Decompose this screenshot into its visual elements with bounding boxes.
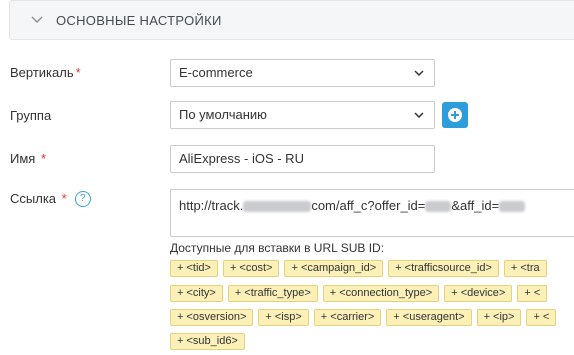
vertical-select-value: E-commerce <box>179 65 253 80</box>
help-icon[interactable]: ? <box>74 190 91 207</box>
link-textarea[interactable]: http://track. com/aff_c?offer_id= &aff_id= <box>170 189 574 237</box>
group-select-value: По умолчанию <box>179 107 267 122</box>
group-label: Группа <box>10 108 52 123</box>
macro-row: + <city> + <traffic_type> + <connection_ty… <box>170 283 552 302</box>
macro-tag[interactable]: + <useragent> <box>386 309 472 326</box>
url-part: com/aff_c?offer_id= <box>311 198 426 213</box>
redacted-text <box>425 201 452 213</box>
required-mark: * <box>40 151 47 166</box>
vertical-label: Вертикаль * <box>10 65 81 80</box>
macro-tag[interactable]: + <cost> <box>222 260 280 277</box>
plus-circle-icon <box>448 108 462 122</box>
macro-tag[interactable]: + <osversion> <box>170 309 254 326</box>
group-select[interactable]: По умолчанию <box>170 101 435 129</box>
section-title: ОСНОВНЫЕ НАСТРОЙКИ <box>56 13 222 28</box>
macro-tag[interactable]: + <carrier> <box>313 309 382 326</box>
section-header[interactable]: ОСНОВНЫЕ НАСТРОЙКИ <box>9 0 574 40</box>
chevron-down-icon <box>414 112 424 119</box>
macro-tag[interactable]: + <connection_type> <box>322 285 440 302</box>
macro-tag[interactable]: + <traffic_type> <box>227 285 318 302</box>
name-input-value: AliExpress - iOS - RU <box>179 151 304 166</box>
macro-row: + <sub_id6> <box>170 331 250 350</box>
redacted-text <box>243 201 312 213</box>
vertical-select[interactable]: E-commerce <box>170 59 435 87</box>
macro-tag[interactable]: + < <box>526 309 557 326</box>
name-input[interactable]: AliExpress - iOS - RU <box>170 145 435 173</box>
macro-tag[interactable]: + <ip> <box>476 309 522 326</box>
link-label: Ссылка *? <box>10 190 91 208</box>
macro-tag[interactable]: + <device> <box>444 285 513 302</box>
macro-tag[interactable]: + < <box>517 285 548 302</box>
macro-row: + <osversion> + <isp> + <carrier> + <userag… <box>170 307 561 326</box>
add-group-button[interactable] <box>442 102 468 128</box>
macros-title: Доступные для вставки в URL SUB ID: <box>170 241 385 255</box>
macro-tag[interactable]: + <sub_id6> <box>170 333 245 350</box>
macro-row: + <tid> + <cost> + <campaign_id> + <traffic… <box>170 258 552 277</box>
macro-tag[interactable]: + <isp> <box>258 309 309 326</box>
macro-tag[interactable]: + <campaign_id> <box>284 260 384 277</box>
name-label: Имя * <box>10 151 47 166</box>
required-mark: * <box>61 191 67 206</box>
required-mark: * <box>75 65 81 80</box>
url-part: http://track. <box>179 198 244 213</box>
macro-tag[interactable]: + <city> <box>170 285 223 302</box>
url-part: &aff_id= <box>451 198 500 213</box>
macro-tag[interactable]: + <tra <box>503 260 547 277</box>
redacted-text <box>499 201 526 213</box>
chevron-down-icon <box>31 16 43 23</box>
chevron-down-icon <box>414 70 424 77</box>
macro-tag[interactable]: + <tid> <box>170 260 218 277</box>
macro-tag[interactable]: + <trafficsource_id> <box>388 260 499 277</box>
